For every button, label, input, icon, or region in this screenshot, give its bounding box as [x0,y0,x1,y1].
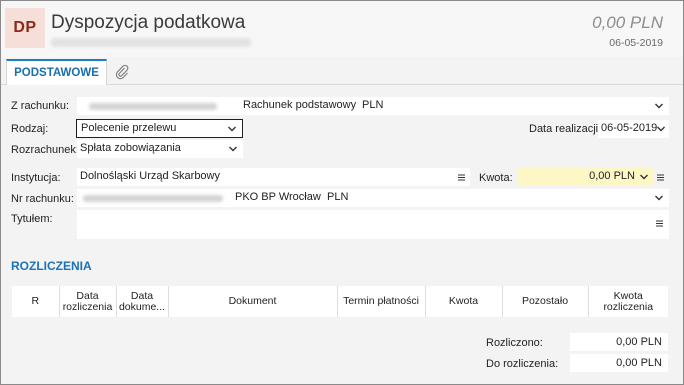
menu-icon[interactable] [655,219,664,228]
instytucja-field[interactable]: Dolnośląski Urząd Skarbowy [77,168,470,186]
rozliczono-label: Rozliczono: [486,337,543,349]
do-rozliczenia-label: Do rozliczenia: [486,358,559,370]
rodzaj-label: Rodzaj: [11,123,49,135]
chevron-down-icon[interactable] [227,124,237,134]
section-title-rozliczenia: ROZLICZENIA [11,259,92,273]
rozliczono-value: 0,00 PLN [616,336,662,348]
nr-rachunku-currency: PLN [327,191,349,203]
rozliczenia-table: R Data rozliczenia Data dokume... Dokument… [12,286,668,317]
column-header-data-rozliczenia[interactable]: Data rozliczenia [59,286,117,317]
document-header: DP Dyspozycja podatkowa 0,00 PLN 06-05-2… [1,1,683,57]
column-header-kwota[interactable]: Kwota [425,286,503,317]
nr-rachunku-label: Nr rachunku: [11,193,74,205]
total-amount: 0,00 PLN [592,13,663,32]
document-subtitle-redacted [51,38,251,47]
instytucja-label: Instytucja: [11,172,61,184]
menu-icon[interactable] [457,173,466,182]
do-rozliczenia-value: 0,00 PLN [616,357,662,369]
data-realizacji-value: 06-05-2019 [601,122,658,134]
z-rachunku-label: Z rachunku: [11,100,70,112]
chevron-down-icon[interactable] [228,144,238,154]
recipient-account-redacted [83,195,223,202]
document-date: 06-05-2019 [609,37,663,49]
kwota-label: Kwota: [479,172,513,184]
rozliczono-value-box: 0,00 PLN [570,333,668,351]
data-realizacji-picker[interactable]: 06-05-2019 [598,120,669,138]
instytucja-value: Dolnośląski Urząd Skarbowy [80,170,220,182]
do-rozliczenia-value-box: 0,00 PLN [570,354,668,372]
tytulem-textarea[interactable] [77,210,669,239]
column-header-kwota-rozliczenia[interactable]: Kwota rozliczenia [588,286,668,317]
window: DP Dyspozycja podatkowa 0,00 PLN 06-05-2… [0,0,684,385]
column-header-pozostalo[interactable]: Pozostało [502,286,589,317]
paperclip-icon[interactable] [114,64,130,80]
rodzaj-value: Polecenie przelewu [81,122,177,134]
account-type-text: Rachunek podstawowy [243,99,357,111]
rodzaj-select[interactable]: Polecenie przelewu [76,119,243,138]
rozrachunek-value: Spłata zobowiązania [80,142,181,154]
nr-rachunku-bank: PKO BP Wrocław [235,191,321,203]
column-header-dokument[interactable]: Dokument [168,286,338,317]
chevron-down-icon[interactable] [654,193,664,203]
nr-rachunku-field[interactable]: PKO BP Wrocław PLN [77,189,669,207]
chevron-down-icon[interactable] [639,172,649,182]
kwota-value: 0,00 PLN [589,170,635,182]
menu-icon[interactable] [656,173,665,182]
document-type-badge: DP [5,8,45,48]
tab-bar: PODSTAWOWE [1,59,683,85]
column-header-data-dokumentu[interactable]: Data dokume... [116,286,169,317]
page-title: Dyspozycja podatkowa [51,12,246,33]
tab-podstawowe[interactable]: PODSTAWOWE [6,59,107,85]
z-rachunku-select[interactable]: Rachunek podstawowy PLN [77,97,669,115]
rozrachunek-label: Rozrachunek: [11,144,79,156]
chevron-down-icon[interactable] [654,101,664,111]
account-currency-text: PLN [362,99,384,111]
tytulem-label: Tytułem: [11,213,53,225]
column-header-r[interactable]: R [12,286,60,317]
chevron-down-icon[interactable] [656,124,666,134]
account-number-redacted [89,103,217,110]
kwota-field[interactable]: 0,00 PLN [517,168,653,186]
rozrachunek-select[interactable]: Spłata zobowiązania [77,140,243,158]
data-realizacji-label: Data realizacji: [529,123,602,135]
column-header-termin-platnosci[interactable]: Termin płatności [337,286,426,317]
